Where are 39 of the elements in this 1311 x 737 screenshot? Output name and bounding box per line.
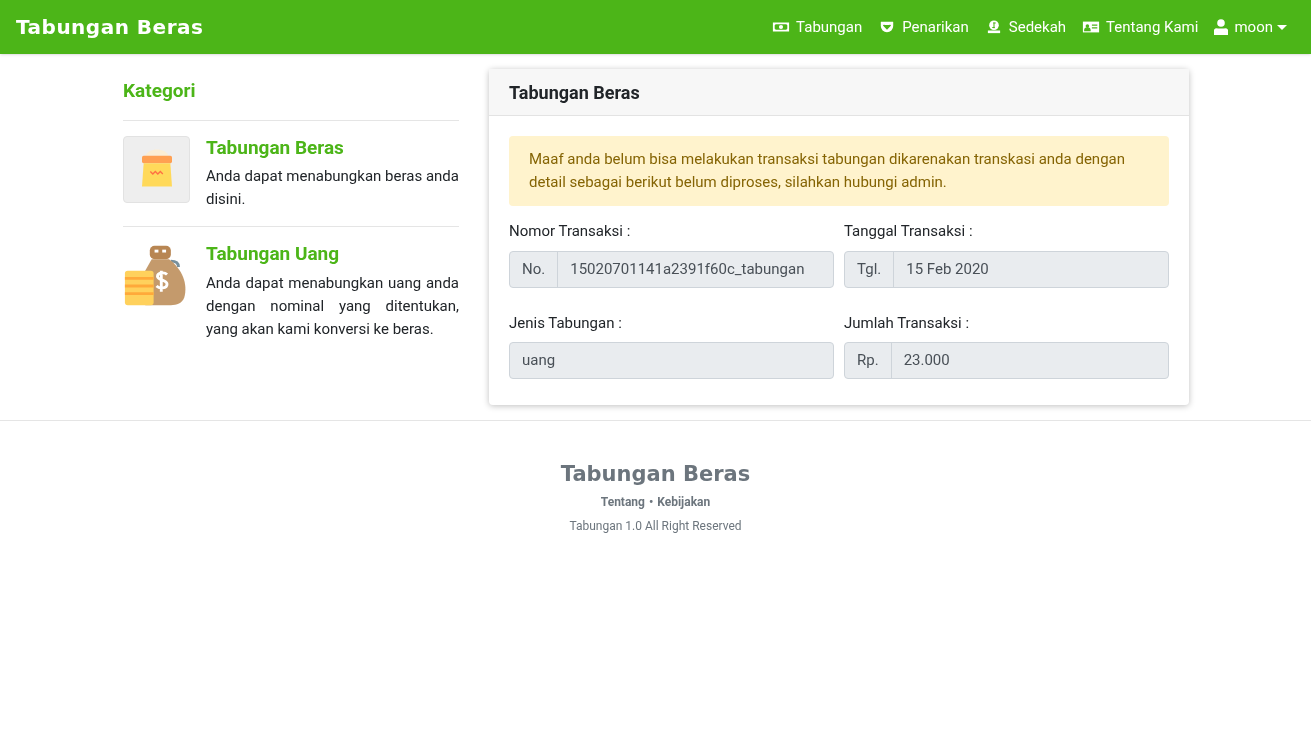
field-value: 23.000 xyxy=(902,350,951,372)
category-title[interactable]: Tabungan Beras xyxy=(206,135,459,160)
field-label: Nomor Transaksi : xyxy=(509,221,632,242)
category-description: Anda dapat menabungkan uang anda dengan nominal yang ditentukan, yang akan kami konversi ke beras. xyxy=(206,273,459,340)
nav-link[interactable]: Tentang Kami xyxy=(1082,15,1199,39)
footer-link[interactable]: Kebijakan xyxy=(657,492,711,511)
readonly-field[interactable]: Tgl. 15 Feb 2020 xyxy=(844,250,1169,288)
sidebar-title: Kategori xyxy=(123,78,197,104)
card-title: Tabungan Beras xyxy=(509,80,640,105)
category-title[interactable]: Tabungan Uang xyxy=(206,242,459,266)
field-prefix: Tgl. xyxy=(845,251,895,287)
copyright-text: Tabungan 1.0 All Right Reserved xyxy=(569,517,742,535)
separator-dot: • xyxy=(648,493,654,511)
field-label: Jenis Tabungan : xyxy=(509,312,623,334)
field-value: uang xyxy=(521,350,557,372)
category-description: Anda dapat menabungkan beras anda disini. xyxy=(206,166,459,211)
field-prefix: Rp. xyxy=(845,343,892,378)
rice-sack-icon xyxy=(123,135,190,203)
nav-link[interactable]: moon xyxy=(1214,15,1287,39)
nav-link[interactable]: Penarikan xyxy=(878,15,969,39)
footer-link[interactable]: Tentang xyxy=(600,492,645,511)
field-value: 15 Feb 2020 xyxy=(905,258,990,280)
field-label: Tanggal Transaksi : xyxy=(844,221,974,242)
readonly-field[interactable]: Rp. 23.000 xyxy=(844,342,1169,379)
field-prefix: No. xyxy=(510,251,559,287)
brand-logo[interactable]: Tabungan Beras xyxy=(16,12,204,42)
nav-link[interactable]: Sedekah xyxy=(984,15,1067,39)
banknote-icon xyxy=(772,20,791,34)
readonly-field[interactable]: No. 15020701141a2391f60c_tabungan xyxy=(509,250,834,288)
field-label: Jumlah Transaksi : xyxy=(844,312,971,334)
id-card-icon xyxy=(1082,20,1101,34)
field-value: 15020701141a2391f60c_tabungan xyxy=(569,258,806,280)
warning-alert: Maaf anda belum bisa melakukan transaksi tabungan dikarenakan transkasi anda dengan detail sebagai berikut belum diproses, silahkan hubungi admin. xyxy=(509,136,1169,206)
nav-link[interactable]: Tabungan xyxy=(772,15,863,39)
user-icon xyxy=(1214,19,1229,35)
caret-icon xyxy=(1277,24,1287,30)
pocket-icon xyxy=(878,20,897,34)
footer-brand: Tabungan Beras xyxy=(560,461,751,488)
readonly-field[interactable]: uang xyxy=(509,342,834,379)
